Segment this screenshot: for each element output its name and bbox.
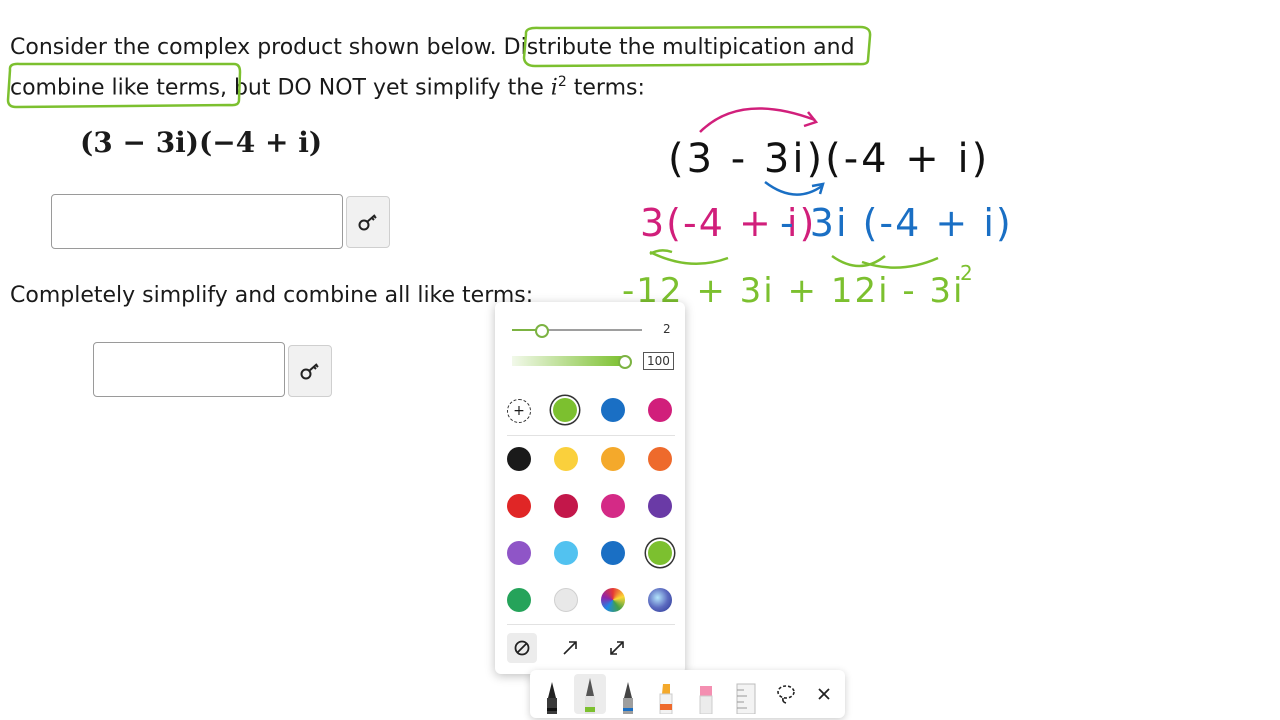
pen-icon bbox=[623, 682, 633, 714]
arrow-head-pink bbox=[803, 111, 819, 128]
double-arrow-button[interactable] bbox=[602, 633, 632, 663]
pen-icon bbox=[585, 678, 595, 714]
add-color-button[interactable]: + bbox=[507, 399, 531, 423]
no-effect-button[interactable] bbox=[507, 633, 537, 663]
color-black[interactable] bbox=[507, 447, 531, 471]
close-toolbar-button[interactable] bbox=[808, 674, 840, 714]
color-orange-yellow[interactable] bbox=[601, 447, 625, 471]
ink-toolbar bbox=[530, 670, 845, 718]
color-sky[interactable] bbox=[554, 541, 578, 565]
add-icon: + bbox=[513, 403, 525, 419]
eraser-tool[interactable] bbox=[690, 674, 722, 714]
ruler-tool[interactable] bbox=[730, 674, 762, 714]
recent-color-green[interactable] bbox=[553, 398, 577, 422]
question-text-1: Consider the complex product shown below… bbox=[10, 35, 497, 60]
color-rainbow[interactable] bbox=[601, 588, 625, 612]
color-galaxy[interactable] bbox=[648, 588, 672, 612]
color-orange[interactable] bbox=[648, 447, 672, 471]
color-yellow[interactable] bbox=[554, 447, 578, 471]
arrow-arc-blue bbox=[764, 181, 823, 196]
arrow-arc-green-1b bbox=[649, 249, 673, 256]
palette-divider-2 bbox=[507, 624, 675, 625]
key-icon bbox=[358, 214, 377, 231]
arrow-head-blue bbox=[811, 182, 825, 195]
math-expression: (3 − 3i)(−4 + i) bbox=[80, 126, 323, 159]
pen-icon bbox=[547, 682, 557, 714]
color-violet[interactable] bbox=[507, 541, 531, 565]
arrow-end-button[interactable] bbox=[555, 633, 585, 663]
pen-settings-flyout: 2 100 + bbox=[495, 302, 685, 674]
calligraphy-pen-tool[interactable] bbox=[612, 674, 644, 714]
color-royal-blue[interactable] bbox=[601, 541, 625, 565]
lasso-select-tool[interactable] bbox=[770, 674, 802, 714]
lasso-icon bbox=[777, 685, 795, 704]
arrow-arc-green-2 bbox=[831, 254, 886, 268]
ballpoint-pen-tool[interactable] bbox=[536, 674, 568, 714]
thickness-value: 2 bbox=[663, 322, 671, 336]
exponent: 2 bbox=[557, 74, 567, 90]
question-text-2: , but DO NOT yet simplify the bbox=[219, 75, 544, 101]
recent-color-blue[interactable] bbox=[601, 398, 625, 422]
close-icon bbox=[818, 688, 830, 700]
question-line-1: Consider the complex product shown below… bbox=[10, 31, 1010, 65]
handwriting-line-2-pink: 3(-4 + i) bbox=[640, 201, 816, 245]
question-text-and: and bbox=[813, 35, 855, 60]
arrow-arc-green-1 bbox=[649, 250, 729, 266]
ruler-icon bbox=[736, 683, 756, 714]
question-text-terms: terms: bbox=[573, 75, 645, 101]
color-red[interactable] bbox=[507, 494, 531, 518]
highlighted-distribute: Distribute the multipication bbox=[503, 35, 807, 60]
key-button-1[interactable] bbox=[346, 196, 390, 248]
arrow-arc-pink bbox=[699, 107, 816, 133]
question-line-2: combine like terms, but DO NOT yet simpl… bbox=[10, 65, 645, 105]
answer-input-1[interactable] bbox=[51, 194, 343, 249]
no-effect-icon bbox=[514, 640, 530, 656]
handwriting-line-2-blue: - 3i (-4 + i) bbox=[780, 201, 1013, 245]
eraser-icon bbox=[699, 686, 713, 714]
arrow-icon bbox=[563, 641, 577, 655]
key-button-2[interactable] bbox=[288, 345, 332, 397]
handwriting-line-1: (3 - 3i)(-4 + i) bbox=[668, 136, 990, 182]
handwriting-exponent: 2 bbox=[960, 261, 973, 285]
recent-color-pink[interactable] bbox=[648, 398, 672, 422]
color-crimson[interactable] bbox=[554, 494, 578, 518]
question-part-2: Completely simplify and combine all like… bbox=[10, 283, 534, 308]
arrow-arc-green-3 bbox=[861, 256, 939, 269]
color-purple[interactable] bbox=[648, 494, 672, 518]
opacity-slider-thumb[interactable] bbox=[618, 355, 632, 369]
color-green-selected[interactable] bbox=[648, 541, 672, 565]
answer-input-2[interactable] bbox=[93, 342, 285, 397]
color-magenta[interactable] bbox=[601, 494, 625, 518]
key-icon bbox=[300, 363, 319, 380]
pencil-tool-selected[interactable] bbox=[574, 674, 606, 714]
highlighter-tool[interactable] bbox=[650, 674, 682, 714]
opacity-slider-track[interactable] bbox=[512, 356, 624, 366]
opacity-value[interactable]: 100 bbox=[643, 352, 674, 370]
highlighted-combine: combine like terms bbox=[10, 75, 220, 101]
color-light-gray[interactable] bbox=[554, 588, 578, 612]
thickness-slider-thumb[interactable] bbox=[535, 324, 549, 338]
highlighter-icon bbox=[659, 684, 673, 714]
i-symbol: i bbox=[550, 75, 558, 101]
double-arrow-icon bbox=[610, 641, 624, 655]
color-dark-green[interactable] bbox=[507, 588, 531, 612]
palette-divider-1 bbox=[507, 435, 675, 436]
